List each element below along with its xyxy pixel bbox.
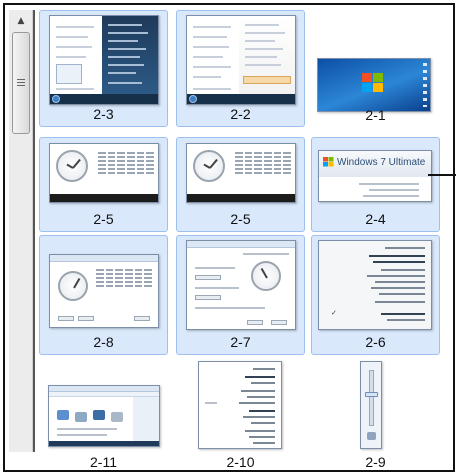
scrollbar-thumb[interactable] xyxy=(12,32,30,134)
thumbnail-caption: 2-1 xyxy=(365,107,386,123)
date-dialog-thumbnail xyxy=(186,240,296,330)
vertical-scrollbar[interactable]: ▲ xyxy=(9,10,33,452)
start-orb-icon xyxy=(52,95,60,103)
about-windows-banner-text: Windows 7 Ultimate xyxy=(337,157,426,168)
thumbnail-slide-2-11[interactable]: 2-11 xyxy=(39,357,168,470)
speaker-icon xyxy=(367,432,376,440)
thumbnail-slide-2-10[interactable]: 2-10 xyxy=(176,357,305,470)
thumbnail-slide-2-4[interactable]: Windows 7 Ultimate 2-4 xyxy=(311,137,440,232)
thumbnail-slide-2-2[interactable]: 2-2 xyxy=(176,10,305,127)
windows-logo-icon xyxy=(323,157,334,167)
context-menu-thumbnail: ✓ xyxy=(318,240,432,330)
pane-divider xyxy=(33,10,35,452)
windows-logo-icon xyxy=(362,73,384,93)
clock-icon xyxy=(193,150,225,182)
thumbnail-caption: 2-7 xyxy=(230,334,251,350)
date-dialog-calendar-thumbnail xyxy=(49,254,159,328)
desktop-thumbnail xyxy=(317,58,431,112)
clock-icon xyxy=(58,271,88,301)
callout-line xyxy=(428,174,456,176)
about-windows-thumbnail: Windows 7 Ultimate xyxy=(318,150,432,202)
scroll-up-arrow-icon[interactable]: ▲ xyxy=(13,14,29,28)
thumbnail-slide-2-6[interactable]: ✓ 2-6 xyxy=(311,235,440,355)
control-panel-item-icon xyxy=(75,412,87,422)
thumbnail-caption: 2-11 xyxy=(90,454,117,470)
thumbnail-caption: 2-5 xyxy=(230,211,251,227)
thumbnail-caption: 2-8 xyxy=(93,334,114,350)
start-orb-icon xyxy=(189,95,197,103)
control-panel-thumbnail xyxy=(48,385,160,447)
thumbnail-caption: 2-10 xyxy=(226,454,255,470)
thumbnail-slide-2-5-copy[interactable]: 2-5 xyxy=(176,137,305,232)
start-menu-thumbnail xyxy=(186,15,296,105)
control-panel-item-icon xyxy=(111,412,123,422)
thumbnail-caption: 2-9 xyxy=(365,454,386,470)
thumbnail-caption: 2-2 xyxy=(230,106,251,122)
start-menu-thumbnail xyxy=(49,15,159,105)
calendar-thumbnail xyxy=(186,143,296,203)
calendar-thumbnail xyxy=(49,143,159,203)
clock-icon xyxy=(56,150,88,182)
menu-thumbnail xyxy=(198,361,282,449)
control-panel-item-icon xyxy=(93,410,105,420)
thumbnail-caption: 2-6 xyxy=(365,334,386,350)
thumbnail-caption: 2-3 xyxy=(93,106,114,122)
thumbnail-slide-2-3[interactable]: 2-3 xyxy=(39,10,168,127)
slider-handle xyxy=(365,392,378,397)
thumbnail-pane: ▲ 2-3 2-2 2-1 2-5 2-5 Windows 7 Ultimate… xyxy=(3,3,455,472)
thumbnail-slide-2-9[interactable]: 2-9 xyxy=(311,357,440,470)
checkmark-icon: ✓ xyxy=(331,309,337,317)
thumbnail-slide-2-1[interactable]: 2-1 xyxy=(311,10,440,127)
control-panel-item-icon xyxy=(57,410,69,420)
thumbnail-caption: 2-5 xyxy=(93,211,114,227)
clock-icon xyxy=(251,261,281,291)
thumbnail-slide-2-8[interactable]: 2-8 xyxy=(39,235,168,355)
thumbnail-slide-2-5[interactable]: 2-5 xyxy=(39,137,168,232)
volume-slider-thumbnail xyxy=(360,361,382,449)
thumbnail-caption: 2-4 xyxy=(365,211,386,227)
thumbnail-slide-2-7[interactable]: 2-7 xyxy=(176,235,305,355)
grip-icon xyxy=(17,79,25,87)
